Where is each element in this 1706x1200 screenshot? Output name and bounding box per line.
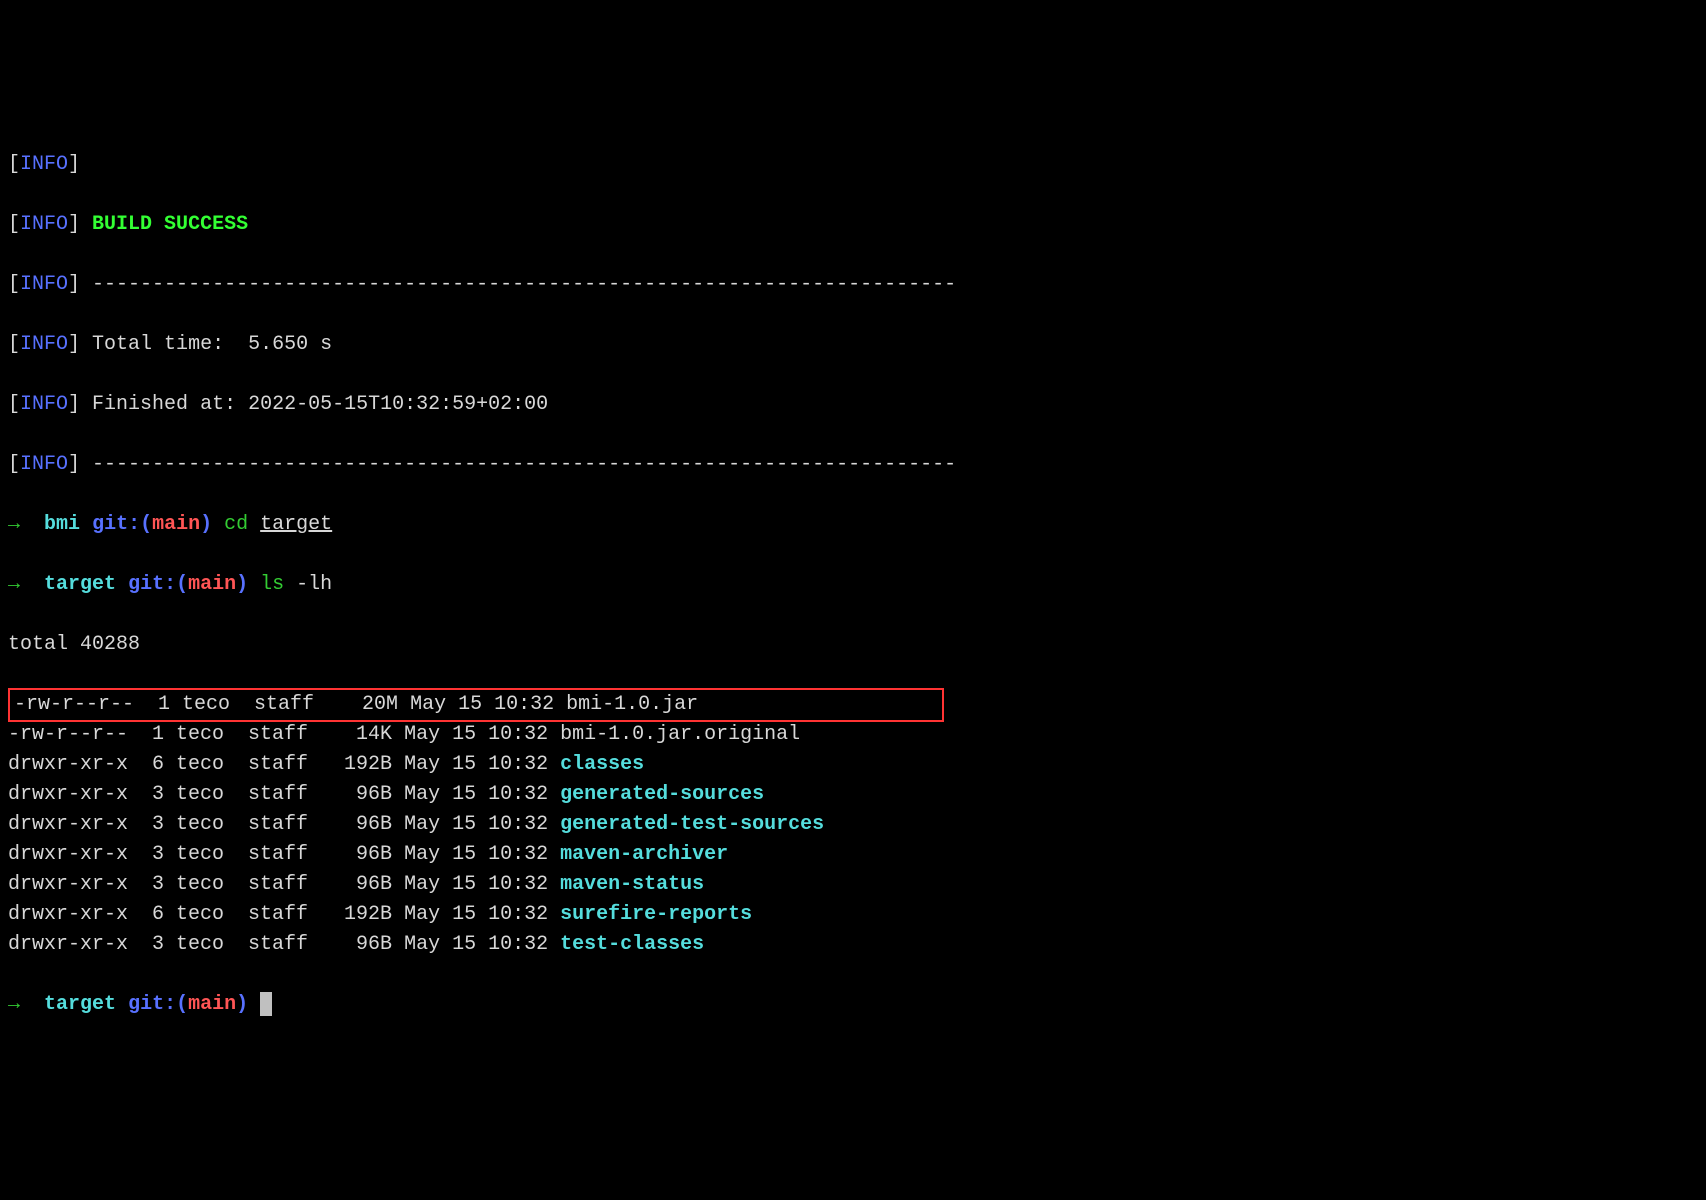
ls-row: drwxr-xr-x 3 teco staff 96B May 15 10:32… — [8, 780, 1698, 810]
prompt-cd: → bmi git:(main) cd target — [8, 510, 1698, 540]
info-finished-at: [INFO] Finished at: 2022-05-15T10:32:59+… — [8, 390, 1698, 420]
dir-name: classes — [560, 753, 644, 776]
file-name: bmi-1.0.jar — [566, 693, 698, 716]
info-build-success: [INFO] BUILD SUCCESS — [8, 210, 1698, 240]
dir-name: maven-archiver — [560, 843, 728, 866]
info-line-partial: [INFO] — [8, 150, 1698, 180]
ls-total: total 40288 — [8, 630, 1698, 660]
dir-name: maven-status — [560, 873, 704, 896]
info-separator: [INFO] ---------------------------------… — [8, 450, 1698, 480]
ls-row: drwxr-xr-x 6 teco staff 192B May 15 10:3… — [8, 750, 1698, 780]
info-separator: [INFO] ---------------------------------… — [8, 270, 1698, 300]
ls-row: -rw-r--r-- 1 teco staff 14K May 15 10:32… — [8, 720, 1698, 750]
cursor-icon — [260, 992, 272, 1016]
prompt-current[interactable]: → target git:(main) — [8, 990, 1698, 1020]
ls-row: drwxr-xr-x 3 teco staff 96B May 15 10:32… — [8, 810, 1698, 840]
ls-row: drwxr-xr-x 6 teco staff 192B May 15 10:3… — [8, 900, 1698, 930]
ls-row: drwxr-xr-x 3 teco staff 96B May 15 10:32… — [8, 840, 1698, 870]
highlighted-file: -rw-r--r-- 1 teco staff 20M May 15 10:32… — [8, 688, 944, 722]
terminal-output[interactable]: [INFO] [INFO] BUILD SUCCESS [INFO] -----… — [0, 120, 1706, 1050]
info-total-time: [INFO] Total time: 5.650 s — [8, 330, 1698, 360]
dir-name: generated-sources — [560, 783, 764, 806]
ls-row: drwxr-xr-x 3 teco staff 96B May 15 10:32… — [8, 930, 1698, 960]
file-name: bmi-1.0.jar.original — [560, 723, 800, 746]
ls-row: -rw-r--r-- 1 teco staff 20M May 15 10:32… — [8, 690, 1698, 720]
dir-name: generated-test-sources — [560, 813, 824, 836]
ls-row: drwxr-xr-x 3 teco staff 96B May 15 10:32… — [8, 870, 1698, 900]
dir-name: surefire-reports — [560, 903, 752, 926]
prompt-ls: → target git:(main) ls -lh — [8, 570, 1698, 600]
dir-name: test-classes — [560, 933, 704, 956]
